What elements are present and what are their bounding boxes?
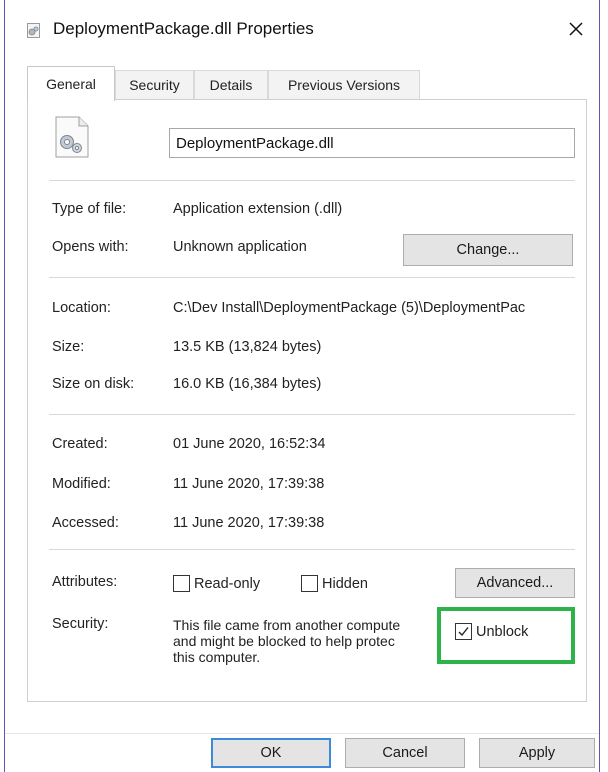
apply-button[interactable]: Apply bbox=[479, 738, 595, 768]
readonly-label: Read-only bbox=[194, 575, 261, 592]
properties-dialog: DeploymentPackage.dll Properties General… bbox=[4, 0, 600, 772]
type-of-file-label: Type of file: bbox=[52, 201, 127, 217]
security-text-line: and might be blocked to help protec bbox=[173, 633, 395, 649]
footer-divider bbox=[5, 733, 599, 734]
accessed-value: 11 June 2020, 17:39:38 bbox=[173, 515, 325, 531]
created-value: 01 June 2020, 16:52:34 bbox=[173, 436, 326, 452]
size-on-disk-label: Size on disk: bbox=[52, 376, 135, 392]
title-bar: DeploymentPackage.dll Properties bbox=[5, 0, 599, 56]
divider bbox=[49, 180, 575, 181]
security-warning-text: This file came from another compute and … bbox=[173, 617, 435, 665]
checkbox-box bbox=[173, 575, 190, 592]
hidden-label: Hidden bbox=[322, 575, 368, 592]
tab-label: General bbox=[46, 76, 96, 92]
change-button-label: Change... bbox=[456, 242, 520, 258]
unblock-checkbox[interactable]: Unblock bbox=[455, 623, 528, 640]
created-label: Created: bbox=[52, 436, 108, 452]
location-value: C:\Dev Install\DeploymentPackage (5)\Dep… bbox=[173, 300, 526, 316]
divider bbox=[49, 277, 575, 278]
tab-label: Security bbox=[129, 77, 180, 93]
cancel-button[interactable]: Cancel bbox=[345, 738, 465, 768]
cancel-button-label: Cancel bbox=[382, 745, 428, 761]
file-properties-icon bbox=[25, 22, 42, 39]
opens-with-label: Opens with: bbox=[52, 239, 129, 255]
ok-button[interactable]: OK bbox=[211, 738, 331, 768]
hidden-checkbox[interactable]: Hidden bbox=[301, 575, 368, 592]
attributes-label: Attributes: bbox=[52, 574, 118, 590]
advanced-button-label: Advanced... bbox=[476, 575, 554, 591]
advanced-button[interactable]: Advanced... bbox=[455, 568, 575, 598]
ok-button-label: OK bbox=[260, 745, 282, 761]
window-title: DeploymentPackage.dll Properties bbox=[53, 19, 314, 38]
modified-value: 11 June 2020, 17:39:38 bbox=[173, 476, 325, 492]
opens-with-value: Unknown application bbox=[173, 239, 307, 255]
size-value: 13.5 KB (13,824 bytes) bbox=[173, 339, 322, 355]
checkbox-box bbox=[455, 623, 472, 640]
file-name-input[interactable] bbox=[169, 128, 575, 158]
tab-security[interactable]: Security bbox=[115, 70, 194, 99]
tab-label: Details bbox=[209, 77, 253, 93]
divider bbox=[49, 414, 575, 415]
tab-general[interactable]: General bbox=[27, 66, 115, 101]
unblock-label: Unblock bbox=[476, 623, 529, 640]
checkbox-box bbox=[301, 575, 318, 592]
type-of-file-value: Application extension (.dll) bbox=[173, 201, 343, 217]
tab-details[interactable]: Details bbox=[194, 70, 268, 99]
close-button[interactable] bbox=[557, 12, 595, 46]
security-label: Security: bbox=[52, 616, 109, 632]
location-label: Location: bbox=[52, 300, 111, 316]
close-icon bbox=[568, 21, 584, 37]
size-on-disk-value: 16.0 KB (16,384 bytes) bbox=[173, 376, 322, 392]
divider bbox=[49, 549, 575, 550]
accessed-label: Accessed: bbox=[52, 515, 119, 531]
apply-button-label: Apply bbox=[518, 745, 556, 761]
size-label: Size: bbox=[52, 339, 85, 355]
readonly-checkbox[interactable]: Read-only bbox=[173, 575, 260, 592]
tab-previous-versions[interactable]: Previous Versions bbox=[268, 70, 420, 99]
modified-label: Modified: bbox=[52, 476, 111, 492]
security-text-line: this computer. bbox=[173, 649, 261, 665]
security-text-line: This file came from another compute bbox=[173, 617, 401, 633]
change-button[interactable]: Change... bbox=[403, 234, 573, 266]
tab-label: Previous Versions bbox=[287, 77, 401, 93]
checkmark-icon bbox=[457, 625, 470, 643]
dll-file-icon bbox=[54, 116, 90, 158]
